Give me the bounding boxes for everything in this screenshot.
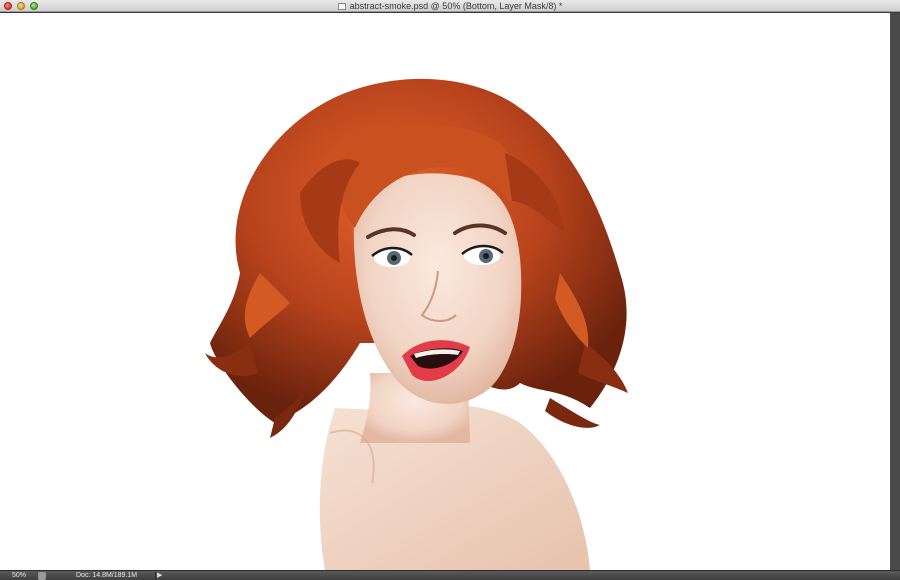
document-icon xyxy=(337,2,346,10)
face xyxy=(353,173,522,405)
zoom-level[interactable]: 50% xyxy=(12,571,26,580)
photoshop-document-window: abstract-smoke.psd @ 50% (Bottom, Layer … xyxy=(0,0,900,580)
portrait-photo xyxy=(205,78,628,570)
document-size: Doc: 14.8M/189.1M xyxy=(76,572,138,579)
vertical-scrollbar[interactable] xyxy=(890,13,900,570)
status-bar: 50% Doc: 14.8M/189.1M ▶ xyxy=(0,570,900,580)
document-canvas[interactable] xyxy=(0,13,890,570)
status-menu-arrow-icon[interactable]: ▶ xyxy=(157,571,162,580)
status-separator xyxy=(155,572,156,580)
status-info-icon[interactable] xyxy=(38,572,46,580)
window-title: abstract-smoke.psd @ 50% (Bottom, Layer … xyxy=(349,1,563,11)
title-group: abstract-smoke.psd @ 50% (Bottom, Layer … xyxy=(0,0,900,12)
title-bar[interactable]: abstract-smoke.psd @ 50% (Bottom, Layer … xyxy=(0,0,900,12)
